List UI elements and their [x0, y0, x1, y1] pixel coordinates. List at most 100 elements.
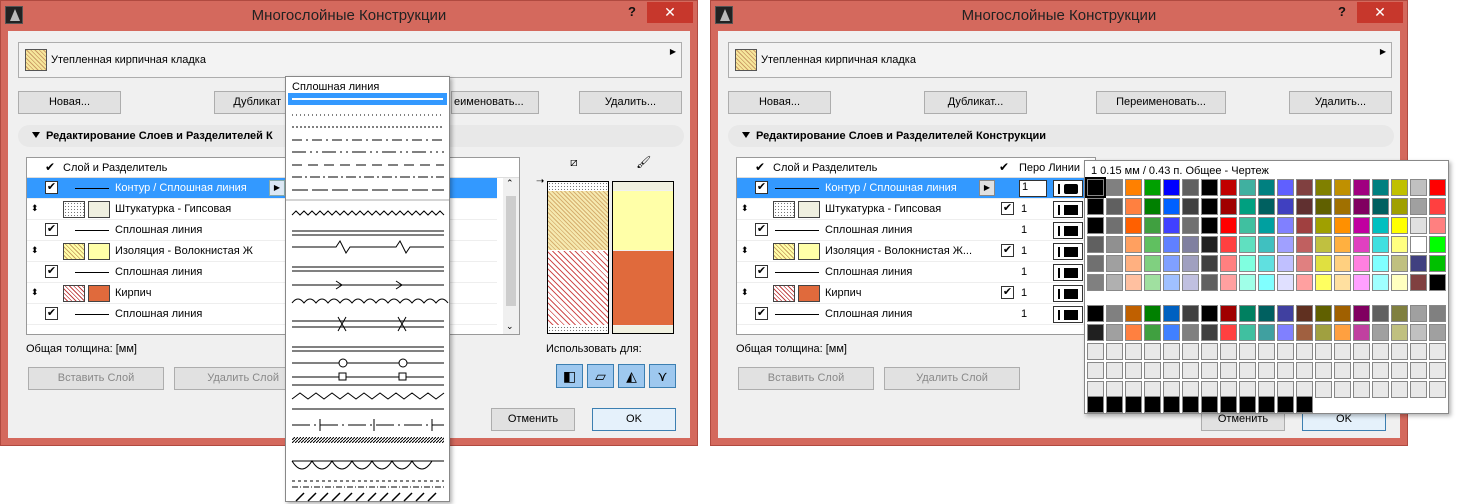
line-option-selected[interactable]: [288, 93, 447, 105]
pen-color-cell[interactable]: [1144, 255, 1161, 272]
pen-color-cell[interactable]: [1258, 274, 1275, 291]
pen-color-cell[interactable]: [1220, 198, 1237, 215]
pen-color-cell[interactable]: [1201, 324, 1218, 341]
row-checkbox[interactable]: ✔: [1001, 286, 1014, 299]
delete-layer-button[interactable]: Удалить Слой: [174, 367, 286, 390]
pen-color-cell[interactable]: [1144, 305, 1161, 322]
pen-color-cell[interactable]: [1125, 179, 1142, 196]
pen-color-cell[interactable]: [1391, 217, 1408, 234]
pen-color-cell[interactable]: [1087, 217, 1104, 234]
pen-color-cell[interactable]: [1334, 274, 1351, 291]
row-checkbox[interactable]: ✔: [45, 181, 58, 194]
pen-value[interactable]: 1: [1021, 203, 1027, 215]
pen-color-cell[interactable]: [1087, 396, 1104, 413]
layer-color[interactable]: [88, 243, 110, 260]
pen-color-cell[interactable]: [1372, 305, 1389, 322]
row-menu-button[interactable]: ▶: [979, 180, 995, 196]
pen-color-cell[interactable]: [1239, 396, 1256, 413]
pen-color-cell[interactable]: [1353, 179, 1370, 196]
pen-color-cell[interactable]: [1334, 324, 1351, 341]
pen-color-cell[interactable]: [1125, 198, 1142, 215]
pen-color-cell[interactable]: [1163, 396, 1180, 413]
pen-color-cell[interactable]: [1201, 217, 1218, 234]
pen-color-cell[interactable]: [1239, 236, 1256, 253]
pen-color-cell[interactable]: [1163, 198, 1180, 215]
layer-color[interactable]: [88, 285, 110, 302]
row-checkbox[interactable]: ✔: [45, 223, 58, 236]
pen-color-cell[interactable]: [1258, 217, 1275, 234]
pen-color-cell[interactable]: [1372, 255, 1389, 272]
help-button[interactable]: ?: [617, 4, 647, 22]
pen-field[interactable]: 1: [1019, 180, 1047, 197]
pen-color-cell[interactable]: [1144, 362, 1161, 379]
pen-color-cell[interactable]: [1106, 324, 1123, 341]
pen-color-cell[interactable]: [1296, 274, 1313, 291]
scroll-down-icon[interactable]: ⌄: [506, 321, 514, 332]
insert-layer-button[interactable]: Вставить Слой: [28, 367, 164, 390]
pen-color-cell[interactable]: [1182, 324, 1199, 341]
pen-color-cell[interactable]: [1182, 343, 1199, 360]
pen-color-cell[interactable]: [1182, 396, 1199, 413]
delete-layer-button[interactable]: Удалить Слой: [884, 367, 1020, 390]
pen-color-cell[interactable]: [1334, 305, 1351, 322]
pen-color-cell[interactable]: [1277, 343, 1294, 360]
table-row[interactable]: ✔ Сплошная линия 1: [737, 262, 1097, 283]
pen-color-cell[interactable]: [1334, 381, 1351, 398]
pen-color-cell[interactable]: [1239, 274, 1256, 291]
pen-color-cell[interactable]: [1163, 236, 1180, 253]
new-button[interactable]: Новая...: [18, 91, 121, 114]
pen-color-cell[interactable]: [1220, 179, 1237, 196]
rename-button[interactable]: еименовать...: [451, 91, 539, 114]
pen-color-cell[interactable]: [1372, 274, 1389, 291]
pen-color-cell[interactable]: [1125, 305, 1142, 322]
pen-color-cell[interactable]: [1372, 198, 1389, 215]
ok-button[interactable]: OK: [592, 408, 676, 431]
pen-color-cell[interactable]: [1315, 198, 1332, 215]
line-pen-icon[interactable]: [1053, 264, 1083, 281]
new-button[interactable]: Новая...: [728, 91, 831, 114]
table-row[interactable]: ⬍ Кирпич ✔ 1: [737, 283, 1097, 304]
pen-color-cell[interactable]: [1391, 255, 1408, 272]
pen-color-cell[interactable]: [1410, 236, 1427, 253]
pen-color-cell[interactable]: [1125, 324, 1142, 341]
pen-color-cell[interactable]: [1220, 255, 1237, 272]
pen-color-cell[interactable]: [1163, 274, 1180, 291]
pen-color-cell[interactable]: [1106, 255, 1123, 272]
layer-color[interactable]: [798, 285, 820, 302]
pen-color-cell[interactable]: [1410, 362, 1427, 379]
pen-color-cell[interactable]: [1182, 198, 1199, 215]
pen-color-cell[interactable]: [1277, 305, 1294, 322]
pen-color-cell[interactable]: [1315, 236, 1332, 253]
pen-color-cell[interactable]: [1391, 236, 1408, 253]
pen-color-cell[interactable]: [1296, 198, 1313, 215]
scrollbar[interactable]: ⌃ ⌄: [503, 178, 519, 334]
pen-color-cell[interactable]: [1391, 381, 1408, 398]
pen-color-cell[interactable]: [1334, 217, 1351, 234]
pen-value[interactable]: 1: [1021, 266, 1027, 278]
pen-color-cell[interactable]: [1410, 381, 1427, 398]
row-checkbox[interactable]: ✔: [755, 265, 768, 278]
pen-color-cell[interactable]: [1106, 236, 1123, 253]
close-button[interactable]: ✕: [1357, 2, 1403, 23]
duplicate-button[interactable]: Дубликат: [214, 91, 286, 114]
pen-color-cell[interactable]: [1182, 362, 1199, 379]
pen-color-cell[interactable]: [1239, 255, 1256, 272]
pen-color-cell[interactable]: [1106, 305, 1123, 322]
pen-color-cell[interactable]: [1220, 362, 1237, 379]
pen-color-cell[interactable]: [1353, 343, 1370, 360]
pen-color-cell[interactable]: [1106, 396, 1123, 413]
pen-color-cell[interactable]: [1391, 343, 1408, 360]
pen-color-cell[interactable]: [1220, 305, 1237, 322]
pen-color-cell[interactable]: [1239, 343, 1256, 360]
pen-color-cell[interactable]: [1353, 381, 1370, 398]
insert-layer-button[interactable]: Вставить Слой: [738, 367, 874, 390]
pen-color-cell[interactable]: [1334, 236, 1351, 253]
pen-color-cell[interactable]: [1106, 179, 1123, 196]
pen-color-cell[interactable]: [1201, 274, 1218, 291]
pen-color-cell[interactable]: [1220, 324, 1237, 341]
cancel-button[interactable]: Отменить: [491, 408, 575, 431]
table-row[interactable]: ✔ Сплошная линия 1: [737, 220, 1097, 241]
pen-color-cell[interactable]: [1125, 343, 1142, 360]
line-type-list[interactable]: [286, 107, 449, 502]
pen-color-cell[interactable]: [1125, 236, 1142, 253]
